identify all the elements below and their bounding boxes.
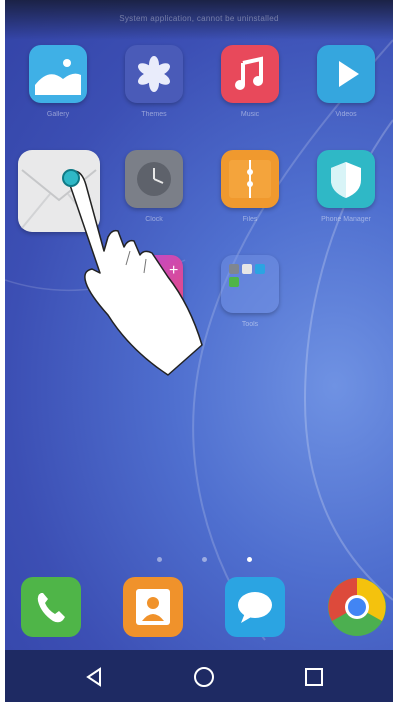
themes-icon bbox=[125, 45, 183, 103]
page-dot-active[interactable] bbox=[247, 557, 252, 562]
folder-icon bbox=[221, 255, 279, 313]
page-indicator bbox=[5, 557, 393, 565]
app-label: Files bbox=[242, 216, 258, 223]
page-dot[interactable] bbox=[157, 557, 162, 562]
dock-chrome[interactable] bbox=[327, 577, 387, 637]
recents-icon[interactable] bbox=[299, 662, 329, 692]
app-label: Gallery bbox=[46, 111, 70, 118]
dock-phone[interactable] bbox=[21, 577, 81, 637]
app-label: Themes bbox=[141, 111, 167, 118]
home-screen: System application, cannot be uninstalle… bbox=[5, 0, 393, 702]
app-tools-folder[interactable]: Tools bbox=[219, 255, 281, 328]
message-icon bbox=[238, 592, 272, 623]
app-gallery[interactable]: Gallery bbox=[27, 45, 89, 118]
app-files[interactable]: Files bbox=[219, 150, 281, 223]
files-icon bbox=[221, 150, 279, 208]
back-icon[interactable] bbox=[80, 662, 110, 692]
tap-gesture-hand-icon bbox=[62, 169, 203, 376]
app-label: Phone Manager bbox=[321, 216, 371, 223]
app-themes[interactable]: Themes bbox=[123, 45, 185, 118]
status-bar: System application, cannot be uninstalle… bbox=[5, 0, 393, 40]
app-label: Music bbox=[240, 111, 260, 118]
gallery-icon bbox=[29, 45, 87, 103]
app-label: Videos bbox=[335, 111, 357, 118]
app-phone-manager[interactable]: Phone Manager bbox=[315, 150, 377, 223]
contacts-icon bbox=[136, 589, 170, 625]
uninstall-warning: System application, cannot be uninstalle… bbox=[119, 14, 279, 23]
app-music[interactable]: Music bbox=[219, 45, 281, 118]
home-icon[interactable] bbox=[189, 662, 219, 692]
phone-icon bbox=[37, 593, 65, 623]
page-dot[interactable] bbox=[202, 557, 207, 562]
dock-contacts[interactable] bbox=[123, 577, 183, 637]
music-icon bbox=[221, 45, 279, 103]
app-label: Tools bbox=[241, 321, 259, 328]
navigation-bar bbox=[5, 650, 393, 702]
shield-icon bbox=[317, 150, 375, 208]
app-videos[interactable]: Videos bbox=[315, 45, 377, 118]
video-icon bbox=[317, 45, 375, 103]
dock-messaging[interactable] bbox=[225, 577, 285, 637]
chrome-icon bbox=[328, 578, 386, 636]
